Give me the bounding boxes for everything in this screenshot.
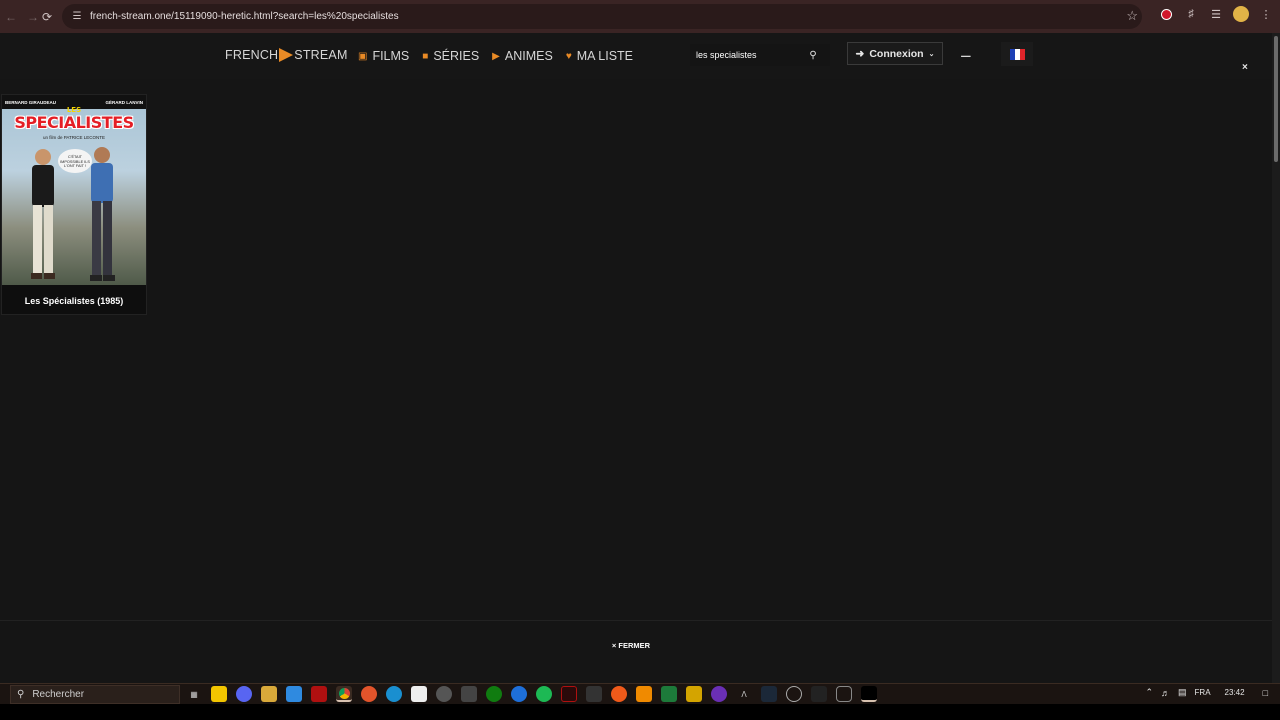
poster-title: SPECIALISTES: [14, 113, 134, 132]
notifications-icon[interactable]: □: [1263, 688, 1268, 698]
poster-figure-right: [90, 147, 115, 281]
spotify-icon[interactable]: [536, 686, 552, 702]
chrome-icon[interactable]: [336, 686, 352, 702]
sticky-notes-icon[interactable]: [211, 686, 227, 702]
poster-director: un film de PATRICE LECONTE: [42, 135, 106, 140]
discord-icon[interactable]: [236, 686, 252, 702]
logo-text-right: STREAM: [294, 48, 348, 62]
edge-icon[interactable]: [386, 686, 402, 702]
firefox-icon[interactable]: [361, 686, 377, 702]
login-label: Connexion: [869, 47, 924, 60]
search-icon: ⚲: [17, 689, 25, 700]
poster-actor-left: BERNARD GIRAUDEAU: [5, 99, 57, 105]
camera-icon: ■: [422, 50, 429, 62]
logo-play-icon: [279, 48, 294, 62]
file-explorer-icon[interactable]: [261, 686, 277, 702]
site-page: FRENCH STREAM ▣ FILMS ■ SÉRIES ▶ ANIMES …: [0, 33, 1272, 683]
search-icon[interactable]: ⚲: [802, 50, 824, 61]
media-controls-icon[interactable]: ☰: [1208, 6, 1224, 22]
fermer-button[interactable]: × FERMER: [0, 641, 1262, 650]
game-controller-icon[interactable]: [586, 686, 602, 702]
chevron-down-icon: ⌄: [928, 50, 935, 58]
play-circle-icon: ▶: [492, 50, 500, 62]
profile-avatar[interactable]: [1233, 6, 1249, 22]
epic-games-icon[interactable]: [811, 686, 827, 702]
login-icon: ➜: [855, 47, 865, 60]
vlc-icon[interactable]: [636, 686, 652, 702]
steam-icon[interactable]: [761, 686, 777, 702]
clock-app-icon[interactable]: [786, 686, 802, 702]
yellow-app-icon[interactable]: [686, 686, 702, 702]
login-button[interactable]: ➜ Connexion ⌄: [847, 42, 943, 65]
nav-series[interactable]: ■ SÉRIES: [422, 49, 479, 63]
heart-icon: ♥: [565, 50, 572, 62]
media-player-icon[interactable]: [511, 686, 527, 702]
site-info-icon[interactable]: ☰: [68, 11, 86, 22]
system-tray: ⌃ ♬ ▤ FRA 23:42 □: [1145, 687, 1268, 698]
bell-icon[interactable]: ⚊: [960, 45, 972, 61]
orange-app-icon[interactable]: [611, 686, 627, 702]
volume-icon[interactable]: ♬: [1161, 688, 1170, 698]
chevron-up-icon[interactable]: ⌃: [1145, 687, 1153, 698]
french-flag-icon: [1009, 48, 1025, 60]
reload-icon[interactable]: ⟳: [36, 6, 58, 28]
dark-red-app-icon[interactable]: [561, 686, 577, 702]
main-nav: ▣ FILMS ■ SÉRIES ▶ ANIMES ♥ MA LISTE: [358, 49, 633, 63]
nav-films-label: FILMS: [372, 49, 410, 63]
settings-icon[interactable]: [436, 686, 452, 702]
movie-poster[interactable]: BERNARD GIRAUDEAU GÉRARD LANVIN LES SPEC…: [2, 95, 146, 285]
result-title[interactable]: Les Spécialistes (1985): [2, 296, 146, 306]
menu-dots-icon[interactable]: ⋮: [1258, 6, 1274, 22]
task-view-icon[interactable]: ▦: [186, 686, 202, 702]
url-text[interactable]: french-stream.one/15119090-heretic.html?…: [90, 11, 399, 22]
poster-actor-right: GÉRARD LANVIN: [105, 99, 143, 105]
nav-ma-liste[interactable]: ♥ MA LISTE: [566, 49, 633, 63]
terminal-icon[interactable]: [461, 686, 477, 702]
store-icon[interactable]: [286, 686, 302, 702]
nav-films[interactable]: ▣ FILMS: [358, 49, 409, 63]
scrollbar-thumb[interactable]: [1274, 36, 1278, 162]
close-search-button[interactable]: ×: [1242, 62, 1248, 73]
purple-app-icon[interactable]: [711, 686, 727, 702]
nav-ma-liste-label: MA LISTE: [576, 49, 634, 63]
red-app-icon[interactable]: [311, 686, 327, 702]
excel-icon[interactable]: [661, 686, 677, 702]
browser-toolbar: ← → ⟳ ☰ french-stream.one/15119090-heret…: [0, 0, 1280, 33]
network-icon[interactable]: ▤: [1178, 687, 1187, 698]
language-indicator[interactable]: FRA: [1195, 688, 1211, 697]
result-card[interactable]: BERNARD GIRAUDEAU GÉRARD LANVIN LES SPEC…: [1, 94, 147, 315]
extension-red-icon[interactable]: [1158, 6, 1174, 22]
taskbar-search-placeholder: Rechercher: [32, 689, 85, 700]
search-input[interactable]: [690, 45, 802, 65]
nav-animes[interactable]: ▶ ANIMES: [492, 49, 553, 63]
active-app-icon[interactable]: [861, 686, 877, 702]
square-app-icon[interactable]: [836, 686, 852, 702]
xbox-icon[interactable]: [486, 686, 502, 702]
calendar-icon[interactable]: [411, 686, 427, 702]
footer-divider: [0, 620, 1272, 621]
nav-series-label: SÉRIES: [433, 49, 480, 63]
address-bar[interactable]: ☰ french-stream.one/15119090-heretic.htm…: [62, 4, 1142, 29]
clock[interactable]: 23:42: [1225, 688, 1245, 697]
taskbar: ⚲ Rechercher ▦ Λ ⌃ ♬ ▤ FRA 23:42 □: [0, 683, 1280, 704]
site-logo[interactable]: FRENCH STREAM: [225, 48, 348, 62]
bookmark-star-icon[interactable]: ☆: [1126, 8, 1138, 24]
nvidia-icon[interactable]: Λ: [736, 686, 752, 702]
search-box: ⚲: [690, 44, 830, 66]
back-arrow-icon[interactable]: ←: [0, 6, 22, 28]
taskbar-search[interactable]: ⚲ Rechercher: [10, 685, 180, 704]
nav-animes-label: ANIMES: [504, 49, 553, 63]
film-icon: ▣: [358, 50, 368, 62]
poster-figure-left: [31, 149, 55, 279]
language-flag-button[interactable]: [1001, 42, 1033, 66]
extensions-puzzle-icon[interactable]: ♯: [1183, 6, 1199, 22]
site-header: FRENCH STREAM ▣ FILMS ■ SÉRIES ▶ ANIMES …: [0, 33, 1272, 79]
logo-text-left: FRENCH: [225, 48, 279, 62]
screen-bottom-strip: [0, 704, 1280, 720]
taskbar-apps: ▦ Λ: [186, 686, 877, 702]
